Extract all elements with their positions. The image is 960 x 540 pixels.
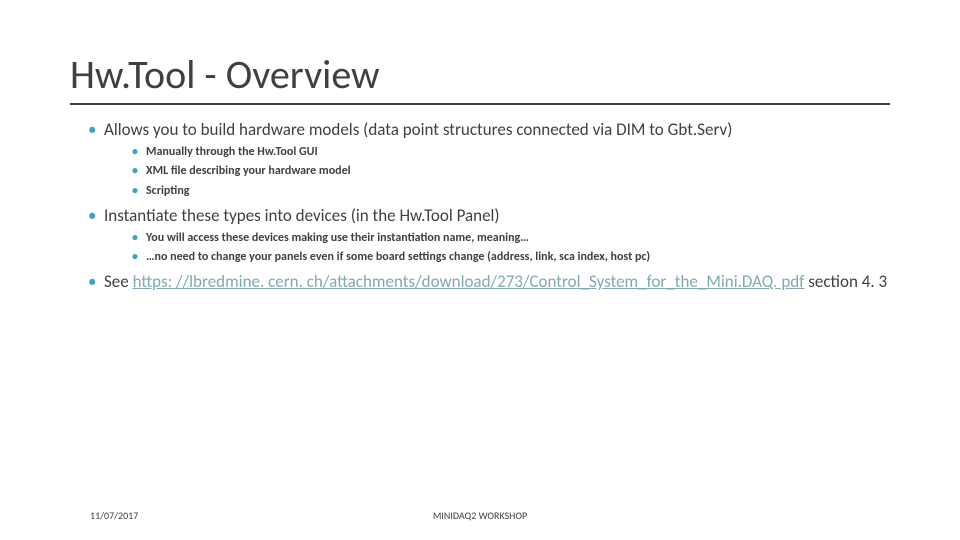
footer-workshop: MINIDAQ2 WORKSHOP (0, 509, 960, 522)
bullet-3-suffix: section 4. 3 (804, 271, 887, 292)
bullet-2-text: Instantiate these types into devices (in… (104, 205, 500, 226)
doc-link[interactable]: https: //lbredmine. cern. ch/attachments… (133, 271, 805, 292)
bullet-3: See https: //lbredmine. cern. ch/attachm… (88, 271, 890, 292)
bullet-3-prefix: See (104, 271, 133, 292)
bullet-1-sub-1: Manually through the Hw.Tool GUI (132, 144, 890, 160)
bullet-list: Allows you to build hardware models (dat… (70, 119, 890, 293)
title-underline (70, 103, 890, 105)
bullet-1-sub-3: Scripting (132, 183, 890, 199)
slide-title: Hw.Tool - Overview (70, 50, 890, 99)
bullet-1-sublist: Manually through the Hw.Tool GUI XML fil… (104, 144, 890, 199)
bullet-2-sublist: You will access these devices making use… (104, 230, 890, 265)
bullet-2: Instantiate these types into devices (in… (88, 205, 890, 266)
bullet-1-sub-2: XML file describing your hardware model (132, 163, 890, 179)
footer: 11/07/2017 MINIDAQ2 WORKSHOP (0, 502, 960, 522)
slide: Hw.Tool - Overview Allows you to build h… (0, 0, 960, 540)
bullet-2-sub-1: You will access these devices making use… (132, 230, 890, 246)
bullet-2-sub-2: …no need to change your panels even if s… (132, 249, 890, 265)
bullet-1-text: Allows you to build hardware models (dat… (104, 119, 732, 140)
bullet-1: Allows you to build hardware models (dat… (88, 119, 890, 199)
